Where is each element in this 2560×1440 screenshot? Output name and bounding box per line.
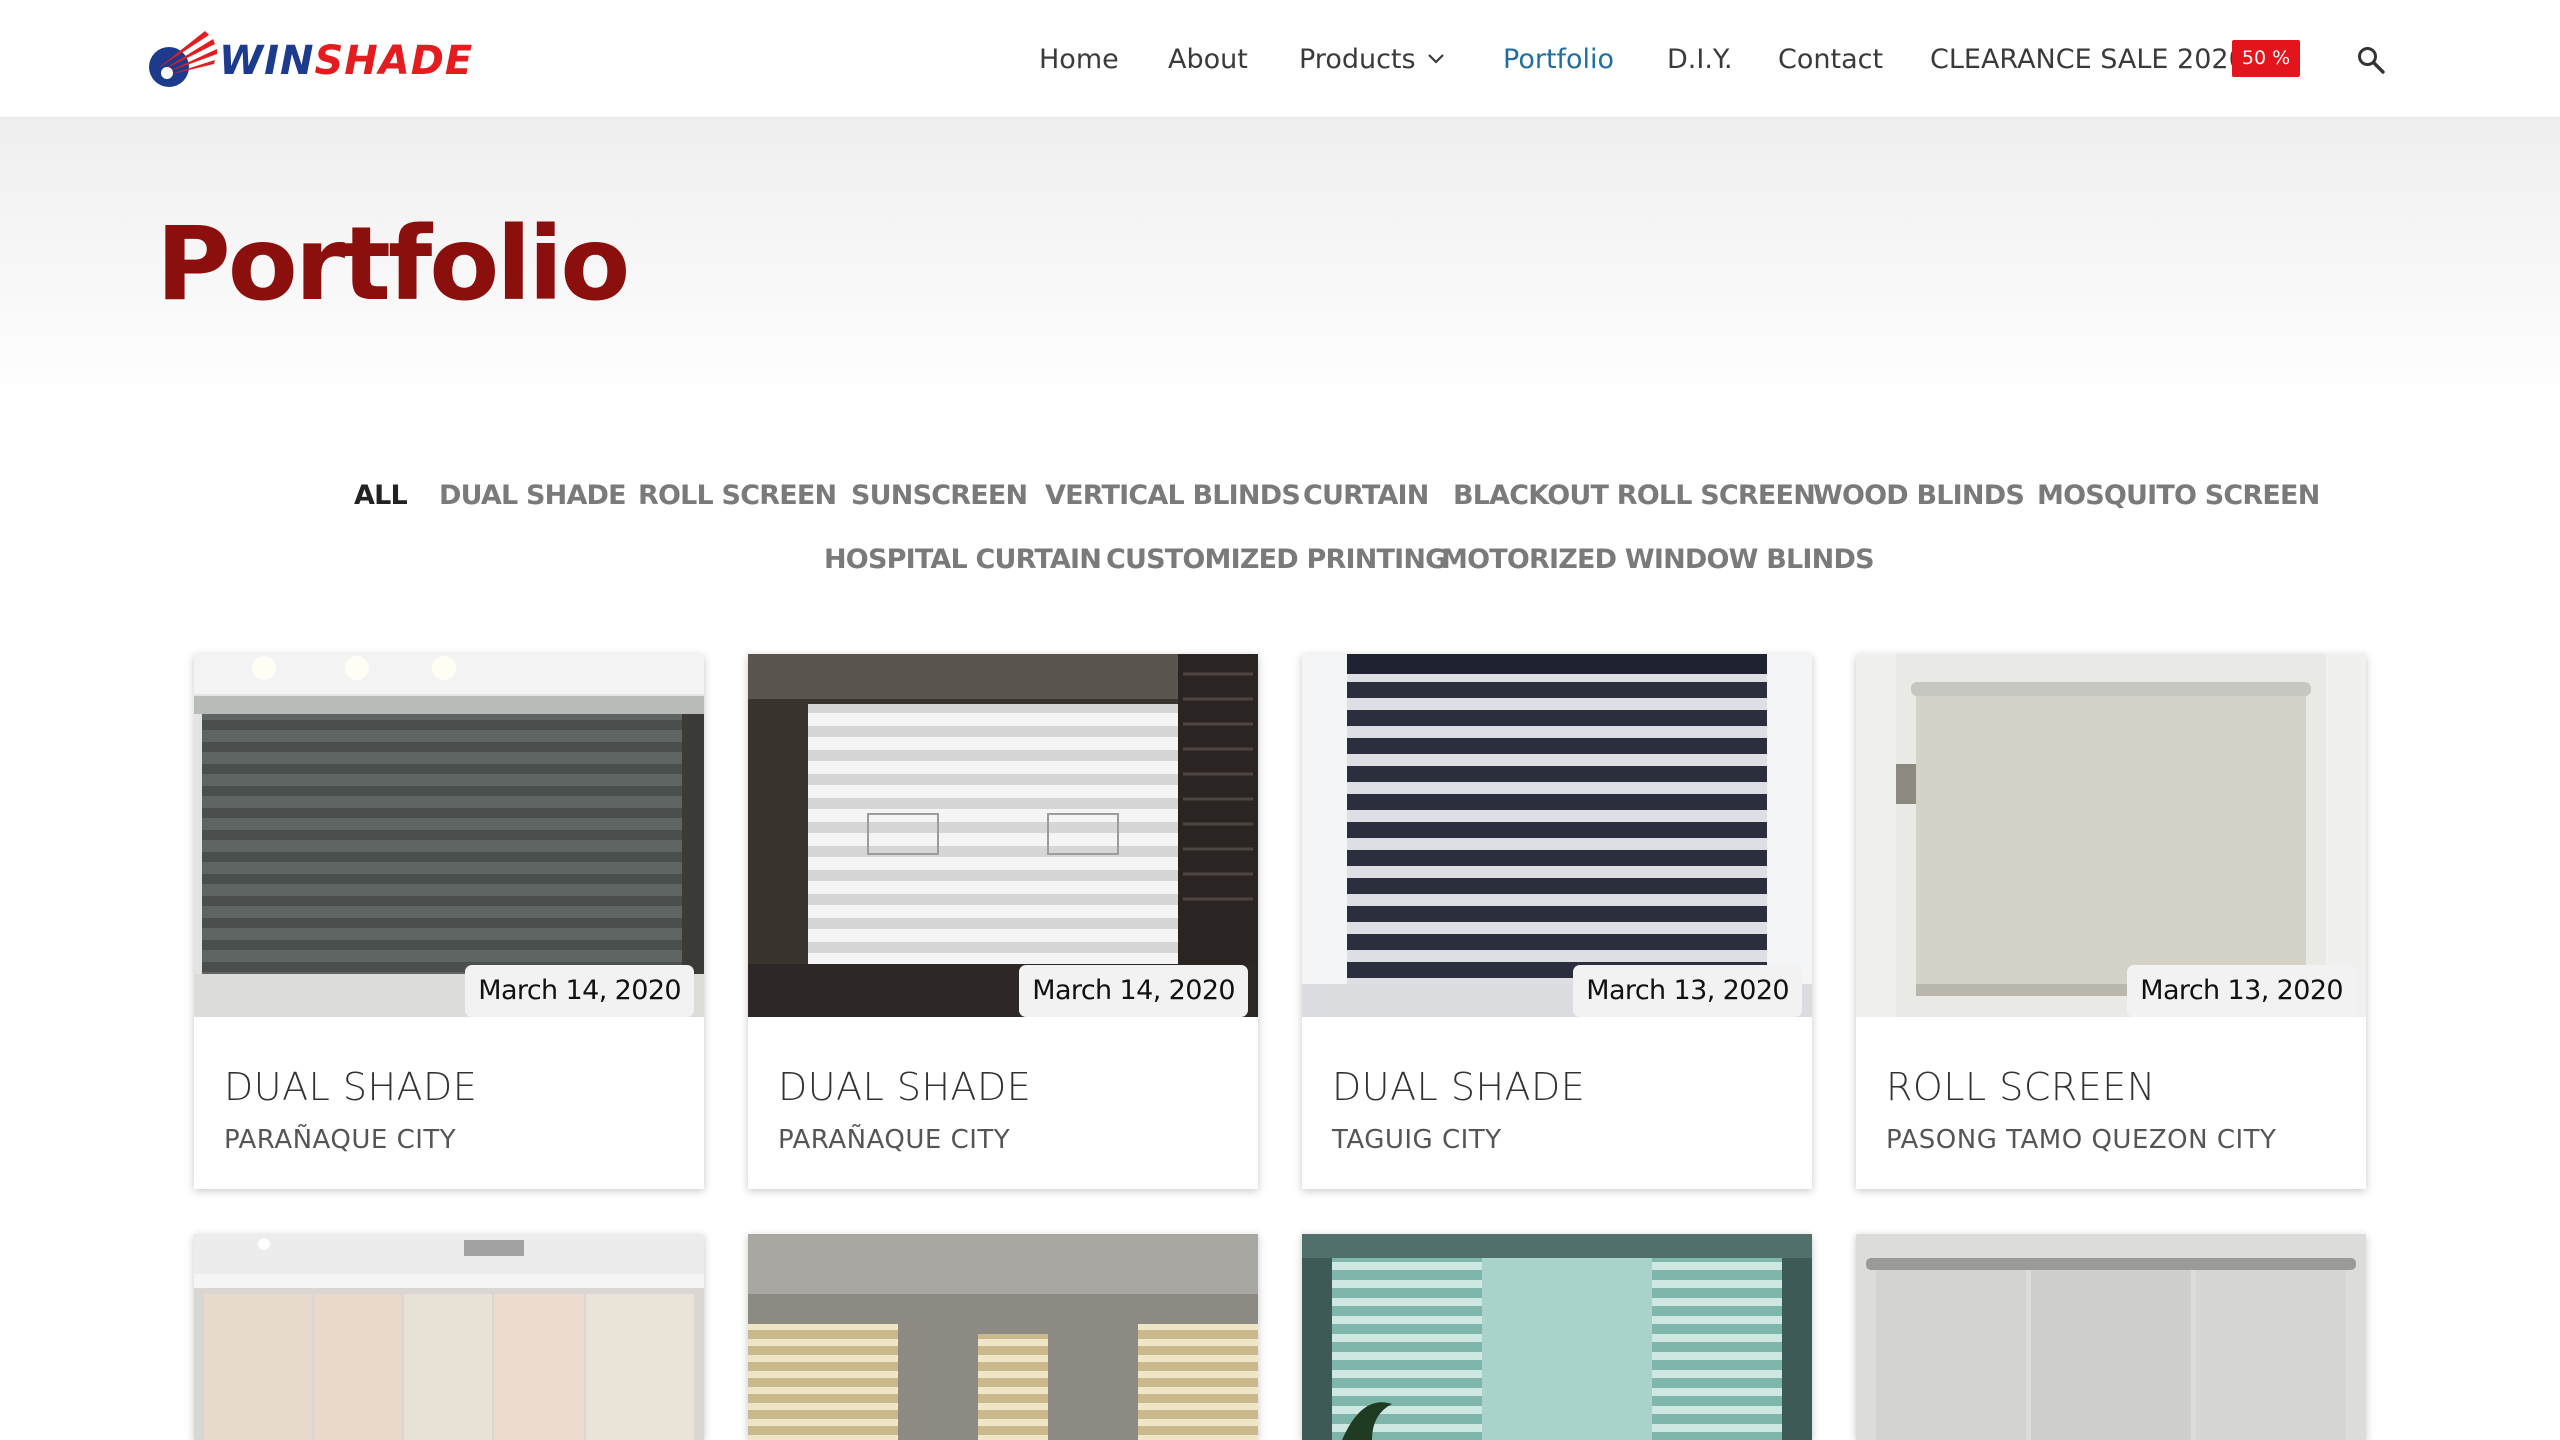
card-title[interactable]: DUAL SHADE bbox=[1332, 1064, 1585, 1110]
filter-roll-screen[interactable]: ROLL SCREEN bbox=[638, 476, 837, 516]
main-nav: Home About Products Portfolio D.I.Y. Con… bbox=[0, 0, 2560, 117]
filter-all[interactable]: ALL bbox=[354, 476, 408, 516]
card-title[interactable]: DUAL SHADE bbox=[224, 1064, 477, 1110]
date-badge: March 13, 2020 bbox=[2127, 965, 2356, 1017]
chevron-down-icon[interactable] bbox=[1427, 53, 1445, 65]
filter-vertical-blinds[interactable]: VERTICAL BLINDS bbox=[1045, 476, 1301, 516]
portfolio-photo[interactable] bbox=[194, 1234, 704, 1440]
card-title[interactable]: ROLL SCREEN bbox=[1886, 1064, 2156, 1110]
filter-sunscreen[interactable]: SUNSCREEN bbox=[851, 476, 1028, 516]
site-header: WINSHADE Home About Products Portfolio D… bbox=[0, 0, 2560, 117]
nav-clearance-sale[interactable]: CLEARANCE SALE 2020 bbox=[1930, 40, 2246, 80]
filter-wood-blinds[interactable]: WOOD BLINDS bbox=[1813, 476, 2025, 516]
portfolio-photo[interactable] bbox=[1302, 654, 1812, 1017]
filter-blackout-roll-screen[interactable]: BLACKOUT ROLL SCREEN bbox=[1453, 476, 1816, 516]
nav-diy[interactable]: D.I.Y. bbox=[1667, 40, 1733, 80]
nav-portfolio[interactable]: Portfolio bbox=[1503, 40, 1614, 80]
portfolio-card[interactable] bbox=[1856, 1234, 2366, 1440]
portfolio-photo[interactable] bbox=[748, 654, 1258, 1017]
nav-products[interactable]: Products bbox=[1299, 40, 1416, 80]
portfolio-card[interactable] bbox=[1302, 1234, 1812, 1440]
date-badge: March 14, 2020 bbox=[1019, 965, 1248, 1017]
nav-contact[interactable]: Contact bbox=[1778, 40, 1883, 80]
portfolio-photo[interactable] bbox=[1856, 654, 2366, 1017]
filter-motorized-window-blinds[interactable]: MOTORIZED WINDOW BLINDS bbox=[1441, 540, 1875, 580]
date-badge: March 14, 2020 bbox=[465, 965, 694, 1017]
portfolio-card[interactable]: March 14, 2020 DUAL SHADE PARAÑAQUE CITY bbox=[748, 654, 1258, 1189]
filter-mosquito-screen[interactable]: MOSQUITO SCREEN bbox=[2037, 476, 2320, 516]
portfolio-photo[interactable] bbox=[1856, 1234, 2366, 1440]
portfolio-card[interactable]: March 13, 2020 DUAL SHADE TAGUIG CITY bbox=[1302, 654, 1812, 1189]
card-location: PARAÑAQUE CITY bbox=[778, 1125, 1011, 1155]
portfolio-card[interactable]: March 13, 2020 ROLL SCREEN PASONG TAMO Q… bbox=[1856, 654, 2366, 1189]
search-icon[interactable] bbox=[2356, 45, 2386, 75]
portfolio-card[interactable]: March 14, 2020 DUAL SHADE PARAÑAQUE CITY bbox=[194, 654, 704, 1189]
filter-hospital-curtain[interactable]: HOSPITAL CURTAIN bbox=[824, 540, 1102, 580]
portfolio-photo[interactable] bbox=[1302, 1234, 1812, 1440]
page-title: Portfolio bbox=[156, 205, 630, 324]
portfolio-photo[interactable] bbox=[748, 1234, 1258, 1440]
card-location: TAGUIG CITY bbox=[1332, 1125, 1502, 1155]
filter-curtain[interactable]: CURTAIN bbox=[1303, 476, 1429, 516]
nav-about[interactable]: About bbox=[1168, 40, 1248, 80]
sale-percent-badge: 50 % bbox=[2232, 40, 2300, 77]
date-badge: March 13, 2020 bbox=[1573, 965, 1802, 1017]
portfolio-photo[interactable] bbox=[194, 654, 704, 1017]
filter-customized-printing[interactable]: CUSTOMIZED PRINTING bbox=[1106, 540, 1447, 580]
card-location: PASONG TAMO QUEZON CITY bbox=[1886, 1125, 2277, 1155]
nav-home[interactable]: Home bbox=[1039, 40, 1119, 80]
card-title[interactable]: DUAL SHADE bbox=[778, 1064, 1031, 1110]
portfolio-card[interactable] bbox=[748, 1234, 1258, 1440]
card-location: PARAÑAQUE CITY bbox=[224, 1125, 457, 1155]
filter-dual-shade[interactable]: DUAL SHADE bbox=[439, 476, 627, 516]
portfolio-card[interactable] bbox=[194, 1234, 704, 1440]
